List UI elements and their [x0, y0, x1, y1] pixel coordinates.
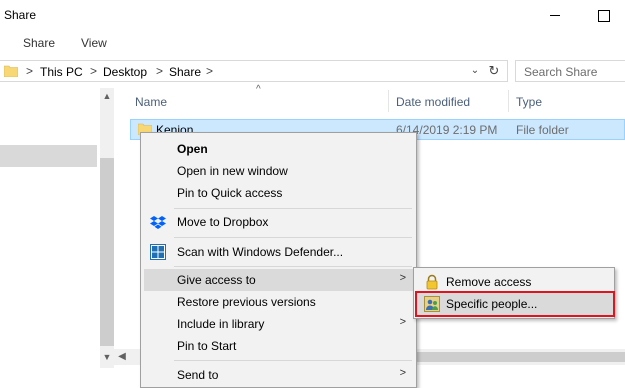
navigation-pane — [0, 88, 100, 388]
menu-separator — [174, 208, 412, 209]
menu-item-open[interactable]: Open — [144, 138, 414, 160]
window-title: Share — [4, 8, 37, 22]
title-bar: Share — [0, 0, 625, 30]
maximize-button[interactable] — [588, 1, 618, 29]
scroll-up-icon[interactable]: ▲ — [100, 88, 114, 104]
breadcrumb-separator[interactable]: > — [156, 64, 163, 78]
menu-item-label: Specific people... — [446, 297, 538, 311]
scroll-left-icon[interactable]: ◀ — [114, 349, 130, 365]
nav-selected-item[interactable] — [0, 145, 97, 167]
minimize-button[interactable] — [540, 1, 570, 29]
menu-item-label: Pin to Quick access — [177, 186, 283, 200]
breadcrumb-separator[interactable]: > — [206, 64, 213, 78]
ribbon: Share View — [0, 30, 625, 56]
address-bar[interactable]: > This PC > Desktop > Share > ⌄ ↻ — [0, 60, 508, 82]
menu-item-label: Pin to Start — [177, 339, 237, 353]
menu-item-give-access-to[interactable]: Give access to > — [144, 269, 414, 291]
menu-item-include-library[interactable]: Include in library > — [144, 313, 414, 335]
breadcrumb-this-pc[interactable]: This PC — [40, 65, 83, 79]
chevron-right-icon: > — [399, 316, 406, 328]
menu-separator — [174, 237, 412, 238]
breadcrumb-share[interactable]: Share — [169, 65, 201, 79]
menu-item-restore-versions[interactable]: Restore previous versions — [144, 291, 414, 313]
give-access-submenu: Remove access Specific people... — [413, 267, 615, 319]
column-divider[interactable] — [508, 90, 509, 112]
folder-icon — [4, 65, 18, 77]
windows-defender-icon — [150, 244, 166, 260]
menu-item-label: Send to — [177, 368, 219, 382]
menu-item-scan-defender[interactable]: Scan with Windows Defender... — [144, 241, 414, 263]
menu-item-move-to-dropbox[interactable]: Move to Dropbox — [144, 211, 414, 233]
menu-item-label: Scan with Windows Defender... — [177, 245, 344, 259]
chevron-right-icon: > — [399, 272, 406, 284]
chevron-right-icon: > — [399, 367, 406, 379]
breadcrumb-separator[interactable]: > — [26, 64, 33, 78]
search-input[interactable]: Search Share — [515, 60, 625, 82]
lock-icon — [426, 274, 438, 290]
column-divider[interactable] — [388, 90, 389, 112]
menu-item-open-new-window[interactable]: Open in new window — [144, 160, 414, 182]
column-type[interactable]: Type — [516, 95, 542, 109]
tab-share[interactable]: Share — [23, 36, 55, 50]
breadcrumb-separator[interactable]: > — [90, 64, 97, 78]
menu-separator — [174, 266, 412, 267]
menu-item-label: Give access to — [177, 273, 256, 287]
people-icon — [424, 296, 440, 312]
scroll-down-icon[interactable]: ▼ — [100, 349, 114, 365]
file-type: File folder — [516, 123, 569, 137]
context-menu: Open Open in new window Pin to Quick acc… — [140, 132, 417, 388]
tab-view[interactable]: View — [81, 36, 107, 50]
menu-item-label: Open — [177, 142, 208, 156]
column-name[interactable]: Name — [135, 95, 167, 109]
breadcrumb-desktop[interactable]: Desktop — [103, 65, 147, 79]
chevron-down-icon[interactable]: ⌄ — [468, 64, 482, 78]
menu-item-label: Remove access — [446, 275, 532, 289]
menu-item-remove-access[interactable]: Remove access — [417, 271, 613, 293]
search-placeholder: Search Share — [524, 65, 598, 79]
nav-scrollbar-thumb[interactable] — [100, 158, 114, 346]
menu-item-label: Restore previous versions — [177, 295, 316, 309]
menu-item-pin-quick-access[interactable]: Pin to Quick access — [144, 182, 414, 204]
dropbox-icon — [150, 216, 166, 229]
horizontal-scrollbar-thumb[interactable] — [414, 352, 625, 362]
menu-item-label: Include in library — [177, 317, 265, 331]
menu-separator — [174, 360, 412, 361]
address-row: > This PC > Desktop > Share > ⌄ ↻ Search… — [0, 56, 625, 88]
menu-item-specific-people[interactable]: Specific people... — [415, 291, 615, 317]
menu-item-label: Move to Dropbox — [177, 215, 269, 229]
menu-item-label: Open in new window — [177, 164, 288, 178]
sort-ascending-icon: ^ — [256, 84, 261, 95]
column-header: Name ^ Date modified Type — [126, 84, 625, 114]
refresh-icon[interactable]: ↻ — [486, 63, 502, 79]
menu-item-send-to[interactable]: Send to > — [144, 364, 414, 386]
column-date-modified[interactable]: Date modified — [396, 95, 470, 109]
menu-item-pin-to-start[interactable]: Pin to Start — [144, 335, 414, 357]
